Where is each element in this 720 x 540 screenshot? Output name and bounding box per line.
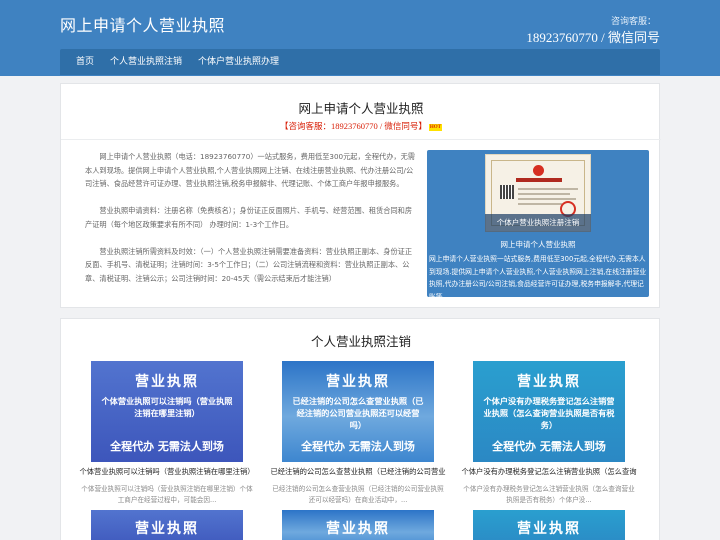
nav-item-home[interactable]: 首页 <box>68 49 102 75</box>
hotline-label: 咨询客服： <box>610 17 656 27</box>
intro-paragraph: 营业执照申请资料：注册名称（免费核名）；身份证正反面照片、手机号、经营范围、租赁… <box>85 206 413 229</box>
certificate-heading <box>516 178 562 182</box>
intro-paragraph: 网上申请个人营业执照（电话：18923760770）一站式服务，费用低至300元… <box>85 152 415 188</box>
consult-text: 【咨询客服：18923760770 / 微信同号】 <box>280 121 427 131</box>
nav-item-registration[interactable]: 个体户营业执照办理 <box>190 49 287 75</box>
divider <box>61 139 661 140</box>
cancellation-panel: 个人营业执照注销 营业执照 个体营业执照可以注销吗（营业执照注销在哪里注销） 全… <box>60 318 660 540</box>
feature-box[interactable]: 个体户营业执照注册注销 网上申请个人营业执照 网上申请个人营业执照一站式服务,费… <box>427 150 649 297</box>
thumbnail-heading: 营业执照 <box>326 521 390 537</box>
hotline-number: 18923760770 / 微信同号 <box>526 30 660 45</box>
main-nav: 首页 个人营业执照注销 个体户营业执照办理 <box>60 49 660 75</box>
intro-title: 网上申请个人营业执照 <box>298 101 424 116</box>
next-article-thumbnail[interactable]: 营业执照 <box>282 510 434 540</box>
article-title[interactable]: 个体户没有办理税务登记怎么注销营业执照（怎么查询 <box>453 467 645 477</box>
site-header: 网上申请个人营业执照 咨询客服： 18923760770 / 微信同号 首页 个… <box>0 0 720 76</box>
thumbnail-caption: 个体户没有办理税务登记怎么注销营业执照（怎么查询营业执照是否有税务） <box>483 396 615 430</box>
section-title: 个人营业执照注销 <box>310 334 411 349</box>
article-title[interactable]: 个体营业执照可以注销吗（营业执照注销在哪里注销） <box>71 467 263 477</box>
certificate-line <box>518 198 576 200</box>
consult-line: 【咨询客服：18923760770 / 微信同号】 HOT <box>61 120 661 132</box>
thumbnail-caption: 个体营业执照可以注销吗（营业执照注销在哪里注销） <box>101 396 233 418</box>
certificate-line <box>518 193 570 195</box>
thumbnail-heading: 营业执照 <box>517 374 581 390</box>
certificate-line <box>518 188 578 190</box>
article-thumbnail[interactable]: 营业执照 已经注销的公司怎么查营业执照（已经注销的公司营业执照还可以经营吗） 全… <box>282 361 434 462</box>
certificate-line <box>518 203 562 205</box>
article-title[interactable]: 已经注销的公司怎么查营业执照（已经注销的公司营业 <box>262 467 454 477</box>
feature-title: 网上申请个人营业执照 <box>500 240 576 249</box>
thumbnail-heading: 营业执照 <box>326 374 390 390</box>
thumbnail-slogan: 全程代办 无需法人到场 <box>492 440 606 453</box>
thumbnail-slogan: 全程代办 无需法人到场 <box>301 440 415 453</box>
feature-caption: 个体户营业执照注册注销 <box>485 214 591 232</box>
next-article-thumbnail[interactable]: 营业执照 <box>473 510 625 540</box>
qr-code-icon <box>500 185 514 199</box>
national-emblem-icon <box>533 165 544 176</box>
article-thumbnail[interactable]: 营业执照 个体营业执照可以注销吗（营业执照注销在哪里注销） 全程代办 无需法人到… <box>91 361 243 462</box>
article-excerpt: 个体营业执照可以注销吗（营业执照注销在哪里注销）个体工商户在经营过程中，可能会因… <box>81 485 253 504</box>
article-excerpt: 个体户没有办理税务登记怎么注销营业执照（怎么查询营业执照是否有税务）个体户没..… <box>463 485 635 504</box>
thumbnail-heading: 营业执照 <box>517 521 581 537</box>
feature-description: 网上申请个人营业执照一站式服务,费用低至300元起,全程代办,无需本人到现场.提… <box>429 255 647 297</box>
nav-item-cancellation[interactable]: 个人营业执照注销 <box>102 49 190 75</box>
intro-panel: 网上申请个人营业执照 【咨询客服：18923760770 / 微信同号】 HOT … <box>60 83 661 308</box>
intro-paragraph: 营业执照注销所需资料及时效：（一）个人营业执照注销需要准备资料：营业执照正副本、… <box>85 246 413 283</box>
thumbnail-heading: 营业执照 <box>135 374 199 390</box>
next-article-thumbnail[interactable]: 营业执照 <box>91 510 243 540</box>
intro-text: 网上申请个人营业执照（电话：18923760770）一站式服务，费用低至300元… <box>85 150 415 299</box>
article-thumbnail[interactable]: 营业执照 个体户没有办理税务登记怎么注销营业执照（怎么查询营业执照是否有税务） … <box>473 361 625 462</box>
article-excerpt: 已经注销的公司怎么查营业执照（已经注销的公司营业执照还可以经营吗）在商业活动中，… <box>272 485 444 504</box>
site-title[interactable]: 网上申请个人营业执照 <box>60 12 225 36</box>
thumbnail-caption: 已经注销的公司怎么查营业执照（已经注销的公司营业执照还可以经营吗） <box>292 396 424 430</box>
hot-badge: HOT <box>428 123 442 131</box>
thumbnail-heading: 营业执照 <box>135 521 199 537</box>
thumbnail-slogan: 全程代办 无需法人到场 <box>110 440 224 453</box>
